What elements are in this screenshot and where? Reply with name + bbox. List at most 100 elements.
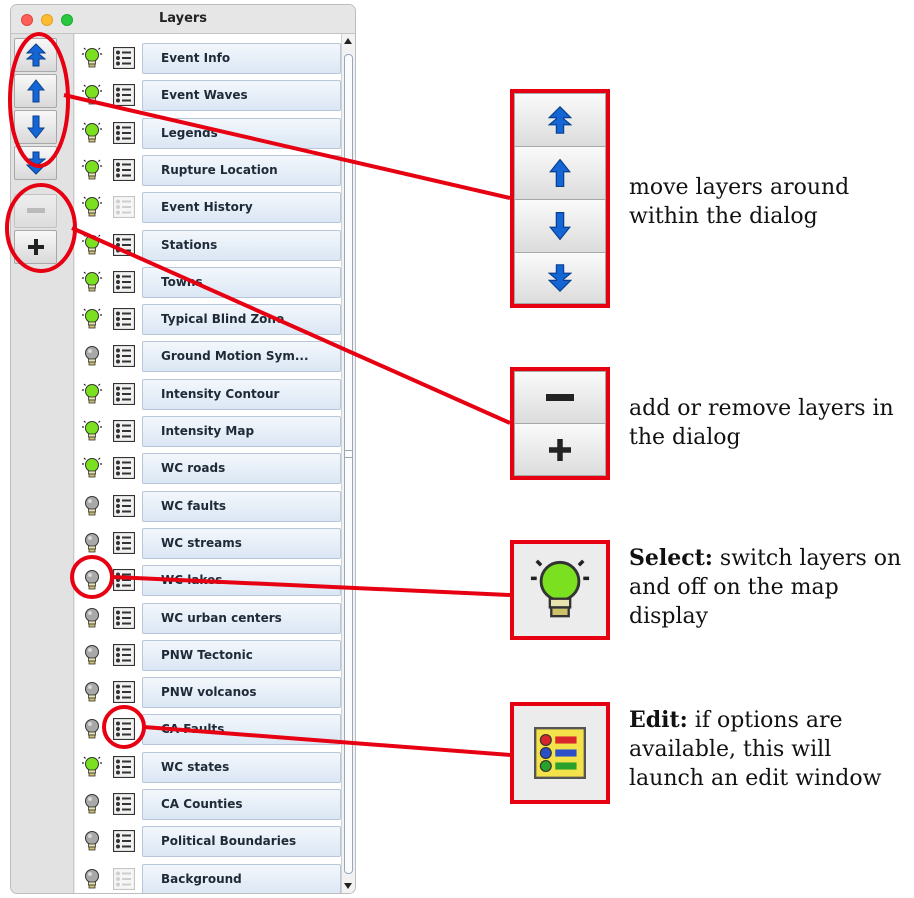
edit-options-icon[interactable] xyxy=(113,569,135,592)
layer-row[interactable]: WC lakes xyxy=(75,562,341,599)
lightbulb-on-icon[interactable] xyxy=(81,83,103,107)
edit-options-icon[interactable] xyxy=(113,830,135,853)
edit-options-icon[interactable] xyxy=(113,681,135,704)
move-to-bottom-button[interactable] xyxy=(14,146,57,180)
layer-label[interactable]: CA Counties xyxy=(142,789,341,820)
layer-row[interactable]: Stations xyxy=(75,227,341,264)
layer-label[interactable]: CA Faults xyxy=(142,714,341,746)
edit-options-icon[interactable] xyxy=(113,606,135,629)
remove-layer-button[interactable] xyxy=(14,194,57,228)
lightbulb-off-icon[interactable] xyxy=(81,829,103,853)
layer-row[interactable]: CA Counties xyxy=(75,786,341,823)
lightbulb-off-icon[interactable] xyxy=(81,680,103,704)
layer-label[interactable]: WC lakes xyxy=(142,565,341,597)
layer-row[interactable]: Legends xyxy=(75,115,341,152)
layer-row[interactable]: Event Waves xyxy=(75,77,341,114)
lightbulb-on-icon[interactable] xyxy=(81,233,103,257)
edit-options-icon[interactable] xyxy=(113,233,135,256)
lightbulb-on-icon[interactable] xyxy=(81,755,103,779)
edit-options-icon[interactable] xyxy=(113,420,135,442)
layer-row[interactable]: Background xyxy=(75,861,341,893)
layer-label[interactable]: Stations xyxy=(142,229,341,261)
move-up-button[interactable] xyxy=(14,74,57,108)
lightbulb-on-icon[interactable] xyxy=(81,195,103,219)
lightbulb-off-icon[interactable] xyxy=(81,867,103,891)
layer-row[interactable]: PNW Tectonic xyxy=(75,637,341,674)
scroll-up-arrow-icon[interactable] xyxy=(344,38,352,44)
layer-label[interactable]: Event History xyxy=(142,192,341,224)
edit-options-icon[interactable] xyxy=(113,531,135,554)
lightbulb-on-icon[interactable] xyxy=(81,121,103,145)
layer-label[interactable]: Towns xyxy=(142,266,341,298)
lightbulb-off-icon[interactable] xyxy=(81,531,103,555)
lightbulb-on-icon[interactable] xyxy=(81,270,103,294)
layer-row[interactable]: Intensity Map xyxy=(75,413,341,450)
lightbulb-on-icon[interactable] xyxy=(81,382,103,406)
edit-options-icon[interactable] xyxy=(113,308,135,331)
add-layer-button[interactable] xyxy=(14,230,57,264)
lightbulb-on-icon[interactable] xyxy=(81,158,103,182)
edit-options-icon[interactable] xyxy=(113,158,135,181)
layer-label[interactable]: Political Boundaries xyxy=(142,826,341,858)
edit-options-icon[interactable] xyxy=(113,270,135,293)
layer-label[interactable]: PNW volcanos xyxy=(142,677,341,709)
lightbulb-off-icon[interactable] xyxy=(81,792,103,816)
layer-label[interactable]: Rupture Location xyxy=(142,154,341,186)
layer-row[interactable]: Typical Blind Zone xyxy=(75,301,341,338)
layer-row[interactable]: Event Info xyxy=(75,40,341,77)
edit-options-icon[interactable] xyxy=(113,494,135,517)
layer-label[interactable]: Intensity Map xyxy=(142,416,341,447)
lightbulb-on-icon[interactable] xyxy=(81,307,103,331)
edit-options-icon[interactable] xyxy=(113,382,135,405)
layer-label[interactable]: Event Info xyxy=(142,43,341,74)
layer-label[interactable]: Legends xyxy=(142,117,341,149)
move-to-top-button[interactable] xyxy=(14,38,57,72)
layer-row[interactable]: Rupture Location xyxy=(75,152,341,189)
lightbulb-on-icon[interactable] xyxy=(81,419,103,443)
lightbulb-on-icon[interactable] xyxy=(81,46,103,70)
edit-options-icon[interactable] xyxy=(113,457,135,480)
lightbulb-off-icon[interactable] xyxy=(81,568,103,592)
layer-label[interactable]: WC roads xyxy=(142,453,341,485)
layer-label[interactable]: WC streams xyxy=(142,527,341,559)
layer-label[interactable]: Event Waves xyxy=(142,80,341,112)
layer-row[interactable]: CA Faults xyxy=(75,711,341,748)
edit-options-icon[interactable] xyxy=(113,345,135,368)
edit-options-icon[interactable] xyxy=(113,84,135,107)
layer-row[interactable]: PNW volcanos xyxy=(75,674,341,711)
layer-label[interactable]: PNW Tectonic xyxy=(142,639,341,671)
lightbulb-off-icon[interactable] xyxy=(81,643,103,667)
layer-label[interactable]: WC faults xyxy=(142,490,341,522)
lightbulb-off-icon[interactable] xyxy=(81,344,103,368)
scroll-down-arrow-icon[interactable] xyxy=(344,883,352,889)
layer-label[interactable]: Background xyxy=(142,863,341,893)
layer-row[interactable]: WC states xyxy=(75,749,341,786)
layer-row[interactable]: Intensity Contour xyxy=(75,376,341,413)
layer-row[interactable]: Event History xyxy=(75,189,341,226)
edit-options-icon[interactable] xyxy=(113,121,135,144)
layer-label[interactable]: WC states xyxy=(142,751,341,783)
edit-options-icon[interactable] xyxy=(113,793,135,815)
lightbulb-on-icon[interactable] xyxy=(81,456,103,480)
layer-row[interactable]: WC streams xyxy=(75,525,341,562)
layer-row[interactable]: WC urban centers xyxy=(75,600,341,637)
layer-label[interactable]: WC urban centers xyxy=(142,602,341,634)
edit-options-icon[interactable] xyxy=(113,718,135,741)
layer-label[interactable]: Ground Motion Sym... xyxy=(142,341,341,373)
vertical-scrollbar[interactable] xyxy=(341,34,355,893)
lightbulb-off-icon[interactable] xyxy=(81,494,103,518)
edit-options-icon[interactable] xyxy=(113,643,135,666)
edit-options-icon[interactable] xyxy=(113,755,135,778)
layer-row[interactable]: Ground Motion Sym... xyxy=(75,338,341,375)
layer-row[interactable]: Political Boundaries xyxy=(75,823,341,860)
lightbulb-off-icon[interactable] xyxy=(81,717,103,741)
scroll-thumb[interactable] xyxy=(344,54,353,874)
layer-label[interactable]: Intensity Contour xyxy=(142,378,341,410)
layer-row[interactable]: WC faults xyxy=(75,488,341,525)
edit-options-icon[interactable] xyxy=(113,47,135,69)
layer-label[interactable]: Typical Blind Zone xyxy=(142,304,341,336)
layer-row[interactable]: Towns xyxy=(75,264,341,301)
move-down-button[interactable] xyxy=(14,110,57,144)
lightbulb-off-icon[interactable] xyxy=(81,606,103,630)
layer-row[interactable]: WC roads xyxy=(75,450,341,487)
